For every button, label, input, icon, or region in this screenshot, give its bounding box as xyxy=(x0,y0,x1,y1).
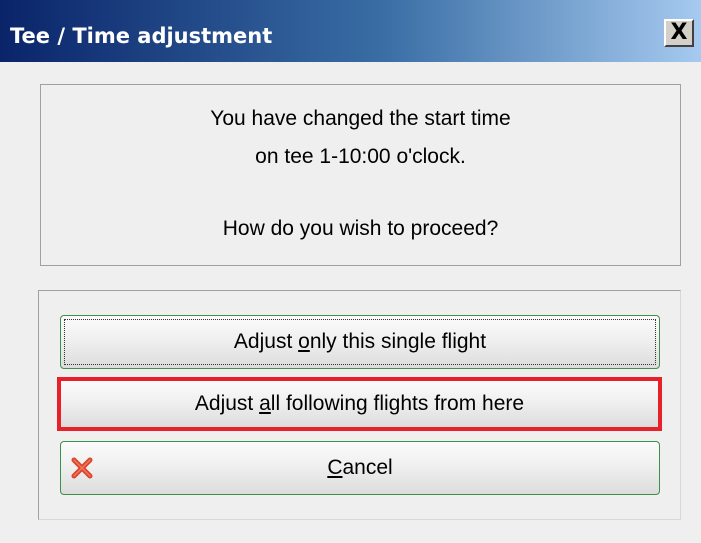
close-icon: X xyxy=(670,20,688,45)
button-label-suffix: nly this single flight xyxy=(309,330,487,353)
red-x-icon xyxy=(71,457,93,479)
message-line-3: How do you wish to proceed? xyxy=(222,217,499,240)
button-label-suffix: ancel xyxy=(342,456,393,479)
button-label-mnemonic: o xyxy=(298,330,310,353)
button-label-mnemonic: a xyxy=(259,392,271,415)
button-label-prefix: Adjust xyxy=(194,392,260,415)
button-label-mnemonic: C xyxy=(327,456,343,479)
dialog-window: Tee / Time adjustment X You have changed… xyxy=(0,0,701,543)
message-panel: You have changed the start time on tee 1… xyxy=(40,84,681,266)
message-line-1: You have changed the start time xyxy=(210,107,511,130)
button-label-prefix: Adjust xyxy=(233,330,299,353)
close-button[interactable]: X xyxy=(664,19,694,47)
title-bar[interactable]: Tee / Time adjustment X xyxy=(0,0,701,62)
button-label-suffix: ll following flights from here xyxy=(270,392,525,415)
cancel-button[interactable]: Cancel xyxy=(60,441,660,495)
actions-panel: Adjust only this single flight Adjust al… xyxy=(38,290,681,520)
adjust-single-flight-button[interactable]: Adjust only this single flight xyxy=(60,315,660,369)
window-title: Tee / Time adjustment xyxy=(10,24,273,48)
adjust-all-following-flights-button[interactable]: Adjust all following flights from here xyxy=(57,377,662,431)
message-line-2: on tee 1-10:00 o'clock. xyxy=(255,145,466,168)
